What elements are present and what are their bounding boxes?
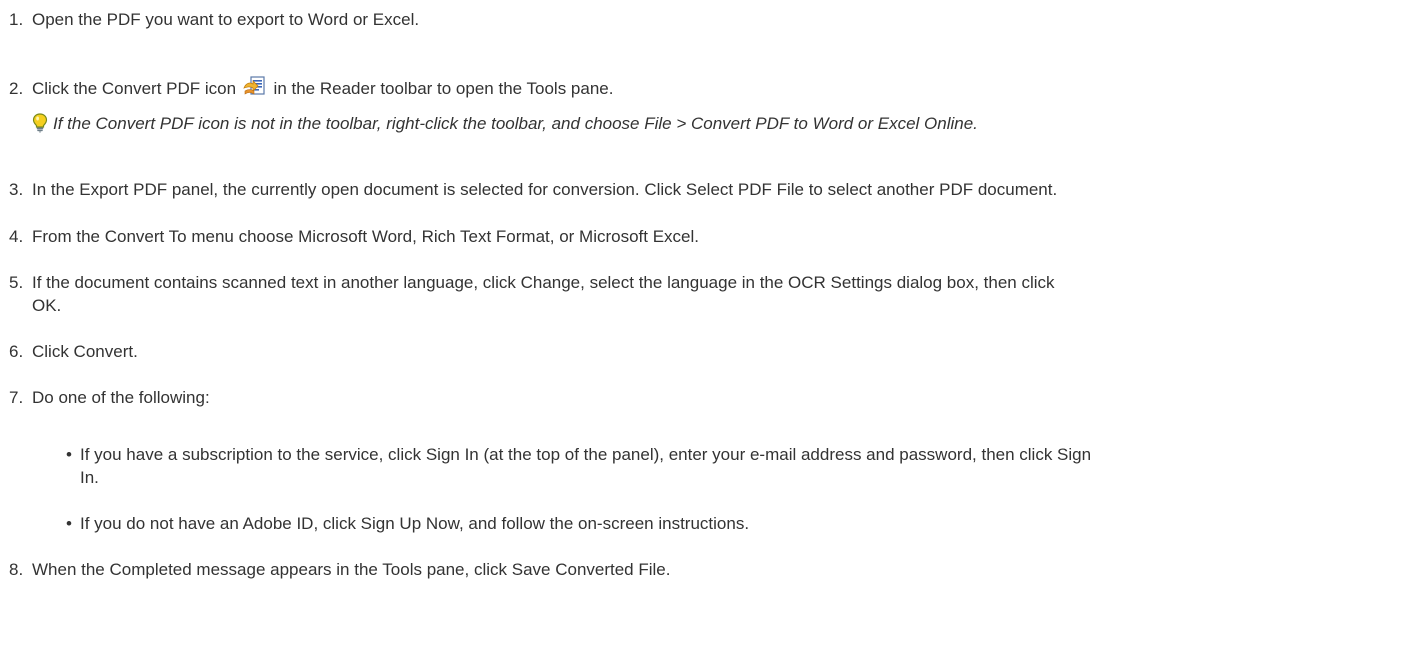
step-7: 7. Do one of the following: bbox=[0, 386, 210, 409]
step-number: 5. bbox=[9, 273, 24, 292]
step-number: 8. bbox=[9, 560, 24, 579]
tip-note: If the Convert PDF icon is not in the to… bbox=[32, 112, 978, 135]
step-text: When the Completed message appears in th… bbox=[32, 560, 671, 579]
bullet-item-sign-in: • If you have a subscription to the servi… bbox=[66, 443, 1091, 466]
step-3: 3. In the Export PDF panel, the currently… bbox=[0, 178, 1057, 201]
step-number: 2. bbox=[9, 79, 24, 98]
bullet-dot: • bbox=[66, 445, 72, 464]
step-text: In the Export PDF panel, the currently o… bbox=[32, 180, 1058, 199]
step-2: 2. Click the Convert PDF icon in the Read… bbox=[0, 76, 613, 100]
step-6: 6. Click Convert. bbox=[0, 340, 138, 363]
tip-text: If the Convert PDF icon is not in the to… bbox=[53, 114, 978, 133]
lightbulb-icon bbox=[32, 113, 48, 133]
step-text-line1: If the document contains scanned text in… bbox=[32, 273, 1055, 292]
bullet-text-line1: If you do not have an Adobe ID, click Si… bbox=[80, 514, 750, 533]
step-4: 4. From the Convert To menu choose Micros… bbox=[0, 225, 699, 248]
step-text: Do one of the following: bbox=[32, 388, 210, 407]
step-5-continuation: OK. bbox=[32, 296, 62, 315]
bullet-text-line2: In. bbox=[80, 468, 99, 487]
step-8: 8. When the Completed message appears in … bbox=[0, 558, 670, 581]
step-text: Open the PDF you want to export to Word … bbox=[32, 10, 420, 29]
bullet-dot: • bbox=[66, 514, 72, 533]
step-text-after-icon: in the Reader toolbar to open the Tools … bbox=[268, 79, 614, 98]
step-number: 4. bbox=[9, 227, 24, 246]
step-5: 5. If the document contains scanned text … bbox=[0, 271, 1055, 294]
step-number: 3. bbox=[9, 180, 24, 199]
step-1: 1. Open the PDF you want to export to Wor… bbox=[0, 8, 419, 31]
step-text: From the Convert To menu choose Microsof… bbox=[32, 227, 700, 246]
step-number: 6. bbox=[9, 342, 24, 361]
bullet-text-line1: If you have a subscription to the servic… bbox=[80, 445, 1092, 464]
step-text-before-icon: Click the Convert PDF icon bbox=[32, 79, 237, 98]
step-text: Click Convert. bbox=[32, 342, 138, 361]
step-number: 1. bbox=[9, 10, 24, 29]
convert-pdf-icon bbox=[243, 76, 267, 98]
bullet-item-sign-up: • If you do not have an Adobe ID, click S… bbox=[66, 512, 749, 535]
step-number: 7. bbox=[9, 388, 24, 407]
